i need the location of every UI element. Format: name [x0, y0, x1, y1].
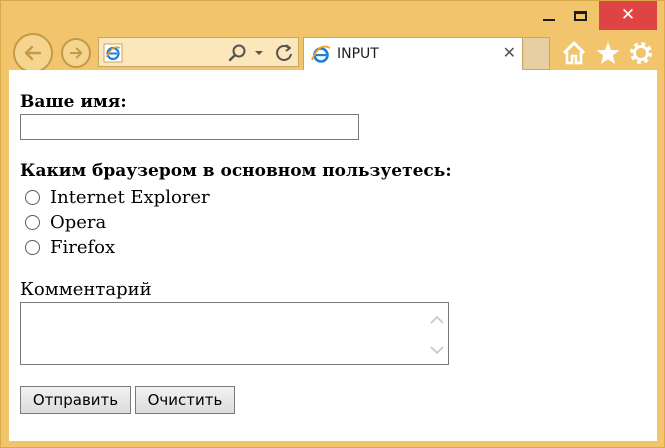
radio-label: Opera: [50, 211, 107, 233]
radio-button[interactable]: [25, 214, 40, 230]
maximize-button[interactable]: [566, 1, 594, 30]
radio-button[interactable]: [25, 189, 40, 205]
home-icon[interactable]: [560, 39, 588, 67]
comment-textarea[interactable]: [20, 302, 449, 365]
page-content: Ваше имя: Каким браузером в основном пол…: [9, 70, 657, 441]
radio-option-internet-explorer[interactable]: Internet Explorer: [25, 186, 210, 208]
address-bar[interactable]: [98, 37, 299, 67]
textarea-scrollbar[interactable]: [427, 304, 447, 363]
dropdown-icon[interactable]: [252, 43, 266, 63]
settings-gear-icon[interactable]: [627, 39, 655, 67]
radio-label: Internet Explorer: [50, 186, 210, 208]
tab-input[interactable]: INPUT ✕: [303, 37, 523, 70]
radio-option-opera[interactable]: Opera: [25, 211, 106, 233]
back-button[interactable]: [13, 33, 53, 73]
tab-close-button[interactable]: ✕: [503, 43, 516, 62]
forward-icon: [69, 47, 83, 59]
radio-label: Firefox: [50, 236, 116, 258]
radio-button[interactable]: [25, 239, 40, 255]
comment-label: Комментарий: [20, 279, 152, 300]
name-input[interactable]: [20, 114, 359, 140]
radio-option-firefox[interactable]: Firefox: [25, 236, 115, 258]
minimize-icon: [543, 18, 555, 21]
ie-tab-icon: [311, 45, 331, 63]
close-window-button[interactable]: ✕: [599, 1, 657, 30]
submit-button[interactable]: Отправить: [20, 386, 131, 414]
maximize-icon: [573, 10, 587, 21]
minimize-button[interactable]: [535, 1, 563, 30]
ie-favicon-icon: [103, 43, 123, 63]
browser-question-label: Каким браузером в основном пользуетесь:: [20, 161, 452, 181]
close-icon: ✕: [620, 5, 636, 25]
tab-title: INPUT: [337, 46, 379, 62]
refresh-icon[interactable]: [273, 42, 295, 64]
reset-button[interactable]: Очистить: [135, 386, 235, 414]
search-icon[interactable]: [226, 42, 248, 64]
scroll-down-icon[interactable]: [427, 340, 447, 360]
name-label: Ваше имя:: [20, 92, 127, 112]
browser-window: ✕ INPUT ✕ Ваше имя: Каким браузером в ос…: [0, 0, 665, 448]
favorites-star-icon[interactable]: [594, 39, 622, 67]
scroll-up-icon[interactable]: [427, 310, 447, 330]
new-tab-button[interactable]: [524, 37, 550, 70]
forward-button[interactable]: [61, 38, 91, 68]
back-icon: [24, 45, 42, 61]
